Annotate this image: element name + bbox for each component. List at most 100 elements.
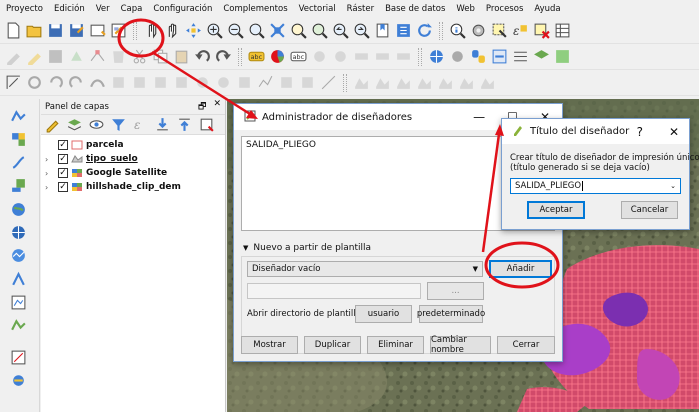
chevron-right-icon[interactable]: › [45, 169, 55, 178]
zoom-in-icon[interactable] [205, 21, 224, 40]
add-vector-layer-icon[interactable] [9, 107, 28, 126]
label-abc-icon[interactable]: abc [247, 47, 266, 66]
new-temporary-layer-icon[interactable] [9, 348, 28, 367]
raster-tool-2-icon[interactable] [373, 73, 392, 92]
template-select[interactable]: Diseñador vacío ▼ [247, 261, 483, 277]
add-wcs-layer-icon[interactable] [9, 223, 28, 242]
simplify-icon[interactable] [256, 73, 275, 92]
menu-item-10[interactable]: Procesos [486, 4, 523, 14]
close-panel-icon[interactable]: ✕ [213, 99, 221, 115]
raster-tool-3-icon[interactable] [394, 73, 413, 92]
plugin-arrow-icon[interactable] [490, 47, 509, 66]
rename-button[interactable]: Cambiar nombre [430, 335, 491, 355]
title-input[interactable]: SALIDA_PLIEGO ⌄ [510, 178, 681, 194]
redo-adv-icon[interactable] [67, 73, 86, 92]
zoom-out-icon[interactable] [226, 21, 245, 40]
refresh-icon[interactable] [415, 21, 434, 40]
add-raster-layer-icon[interactable] [9, 130, 28, 149]
raster-tool-5-icon[interactable] [436, 73, 455, 92]
settings-cog-icon[interactable] [469, 21, 488, 40]
layer-row-tipo-suelo[interactable]: › ✓ tipo_suelo [41, 152, 225, 166]
filter-icon[interactable] [109, 115, 128, 134]
zoom-to-layer-icon[interactable] [310, 21, 329, 40]
toolbar-grip[interactable] [418, 47, 422, 66]
menu-item-5[interactable]: Complementos [223, 4, 287, 14]
rotate-feature-icon[interactable] [25, 73, 44, 92]
delete-ring-icon[interactable] [214, 73, 233, 92]
chevron-right-icon[interactable]: › [45, 183, 55, 192]
add-feature-icon[interactable] [67, 47, 86, 66]
menu-item-2[interactable]: Ver [96, 4, 110, 14]
add-spatialite-icon[interactable] [9, 176, 28, 195]
layer-visibility-checkbox[interactable]: ✓ [58, 182, 68, 192]
remove-layer-icon[interactable] [197, 115, 216, 134]
redo-icon[interactable] [214, 47, 233, 66]
expand-all-icon[interactable] [153, 115, 172, 134]
chevron-down-icon[interactable]: ⌄ [670, 182, 676, 190]
show-button[interactable]: Mostrar [241, 336, 298, 354]
current-edits-icon[interactable] [4, 47, 23, 66]
raster-tool-1-icon[interactable] [352, 73, 371, 92]
help-icon[interactable]: ? [637, 125, 643, 139]
digitize-icon[interactable] [4, 73, 23, 92]
vertex-tool-icon[interactable] [88, 47, 107, 66]
plugin-layer-green-icon[interactable] [553, 47, 572, 66]
toolbar-grip[interactable] [439, 21, 443, 40]
plugin-layers-icon[interactable] [532, 47, 551, 66]
pin-labels-icon[interactable] [310, 47, 329, 66]
toolbar-grip[interactable] [343, 73, 347, 92]
processing-toolbox-icon[interactable] [9, 371, 28, 390]
add-ring-icon[interactable] [277, 73, 296, 92]
browse-button[interactable]: ... [427, 282, 484, 300]
add-part-icon[interactable] [298, 73, 317, 92]
zoom-full-icon[interactable] [268, 21, 287, 40]
rotate-label-icon[interactable] [373, 47, 392, 66]
raster-tool-7-icon[interactable] [478, 73, 497, 92]
menu-item-7[interactable]: Ráster [347, 4, 374, 14]
undo-icon[interactable] [193, 47, 212, 66]
template-section-toggle[interactable]: ▼ Nuevo a partir de plantilla [243, 243, 371, 253]
cancel-button[interactable]: Cancelar [621, 201, 678, 219]
offset-curve-icon[interactable] [88, 73, 107, 92]
reshape-icon[interactable] [109, 73, 128, 92]
add-wfs-layer-icon[interactable] [9, 246, 28, 265]
diagram-icon[interactable] [268, 47, 287, 66]
zoom-last-icon[interactable] [331, 21, 350, 40]
zoom-to-selection-icon[interactable] [289, 21, 308, 40]
chevron-right-icon[interactable]: › [45, 155, 55, 164]
toggle-editing-icon[interactable] [25, 47, 44, 66]
toolbar-grip[interactable] [238, 47, 242, 66]
style-manager-icon[interactable] [43, 115, 62, 134]
move-label-icon[interactable] [352, 47, 371, 66]
merge-attributes-icon[interactable] [172, 73, 191, 92]
accept-button[interactable]: Aceptar [527, 201, 585, 219]
layer-visibility-checkbox[interactable]: ✓ [58, 154, 68, 164]
new-shapefile-icon[interactable] [9, 293, 28, 312]
plugin-cog-icon[interactable] [448, 47, 467, 66]
python-console-icon[interactable] [469, 47, 488, 66]
float-panel-icon[interactable]: 🗗 [198, 99, 206, 115]
show-hide-labels-icon[interactable] [331, 47, 350, 66]
layer-row-parcela[interactable]: ✓ parcela [41, 138, 225, 152]
open-project-icon[interactable] [25, 21, 44, 40]
toolbar-grip[interactable] [133, 21, 137, 40]
touch-pan-icon[interactable] [142, 21, 161, 40]
new-geopackage-icon[interactable] [9, 316, 28, 335]
save-project-icon[interactable] [46, 21, 65, 40]
deselect-icon[interactable] [532, 21, 551, 40]
new-project-icon[interactable] [4, 21, 23, 40]
add-group-icon[interactable] [65, 115, 84, 134]
save-edits-icon[interactable] [46, 47, 65, 66]
layer-visibility-checkbox[interactable]: ✓ [58, 140, 68, 150]
merge-features-icon[interactable] [151, 73, 170, 92]
pan-to-selection-icon[interactable] [184, 21, 203, 40]
user-button[interactable]: usuario [355, 305, 412, 323]
zoom-next-icon[interactable] [352, 21, 371, 40]
template-path-input[interactable] [247, 283, 421, 299]
plugin-globe-icon[interactable] [427, 47, 446, 66]
layer-row-hillshade[interactable]: › ✓ hillshade_clip_dem [41, 180, 225, 194]
menu-item-6[interactable]: Vectorial [299, 4, 336, 14]
delete-part-icon[interactable] [235, 73, 254, 92]
save-as-icon[interactable] [67, 21, 86, 40]
add-wms-layer-icon[interactable] [9, 200, 28, 219]
